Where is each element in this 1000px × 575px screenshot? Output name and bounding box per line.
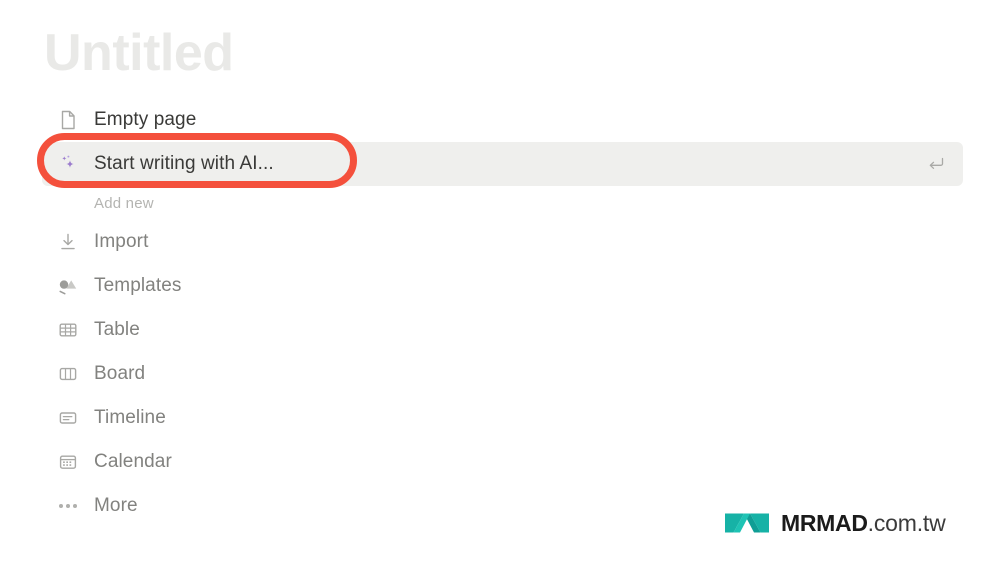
menu-item-board[interactable]: Board	[42, 352, 963, 396]
page-title[interactable]: Untitled	[44, 22, 234, 84]
table-grid-icon	[56, 318, 80, 342]
menu-item-label: Table	[94, 319, 140, 340]
menu-item-timeline[interactable]: Timeline	[42, 396, 963, 440]
document-icon	[56, 108, 80, 132]
watermark-brand: MRMAD	[781, 509, 868, 536]
page-root: Untitled Empty page Start writing with A…	[0, 0, 1000, 575]
menu-item-table[interactable]: Table	[42, 308, 963, 352]
menu-item-label: Empty page	[94, 109, 197, 130]
ai-sparkle-icon	[56, 152, 80, 176]
menu-item-calendar[interactable]: Calendar	[42, 440, 963, 484]
mrmad-logo-text: MRMAD.com.tw	[781, 509, 946, 536]
timeline-icon	[56, 406, 80, 430]
calendar-icon	[56, 450, 80, 474]
menu-item-empty-page[interactable]: Empty page	[42, 98, 963, 142]
menu-item-label: Templates	[94, 275, 182, 296]
enter-key-icon	[925, 153, 947, 175]
menu-item-label: Import	[94, 231, 149, 252]
menu-item-start-writing-with-ai[interactable]: Start writing with AI...	[42, 142, 963, 186]
watermark-logo: MRMAD.com.tw	[723, 508, 946, 538]
new-page-menu: Empty page Start writing with AI... Add …	[0, 98, 1000, 528]
menu-item-import[interactable]: Import	[42, 220, 963, 264]
import-download-icon	[56, 230, 80, 254]
more-ellipsis-icon	[56, 494, 80, 518]
menu-item-label: More	[94, 495, 138, 516]
board-columns-icon	[56, 362, 80, 386]
menu-item-label: Timeline	[94, 407, 166, 428]
menu-item-label: Start writing with AI...	[94, 153, 274, 174]
menu-item-templates[interactable]: Templates	[42, 264, 963, 308]
mrmad-logo-mark	[725, 513, 769, 533]
menu-item-label: Calendar	[94, 451, 172, 472]
templates-shapes-icon	[56, 274, 80, 298]
menu-item-label: Board	[94, 363, 146, 384]
watermark-tld: .com.tw	[867, 509, 946, 536]
section-caption-add-new: Add new	[94, 194, 154, 212]
